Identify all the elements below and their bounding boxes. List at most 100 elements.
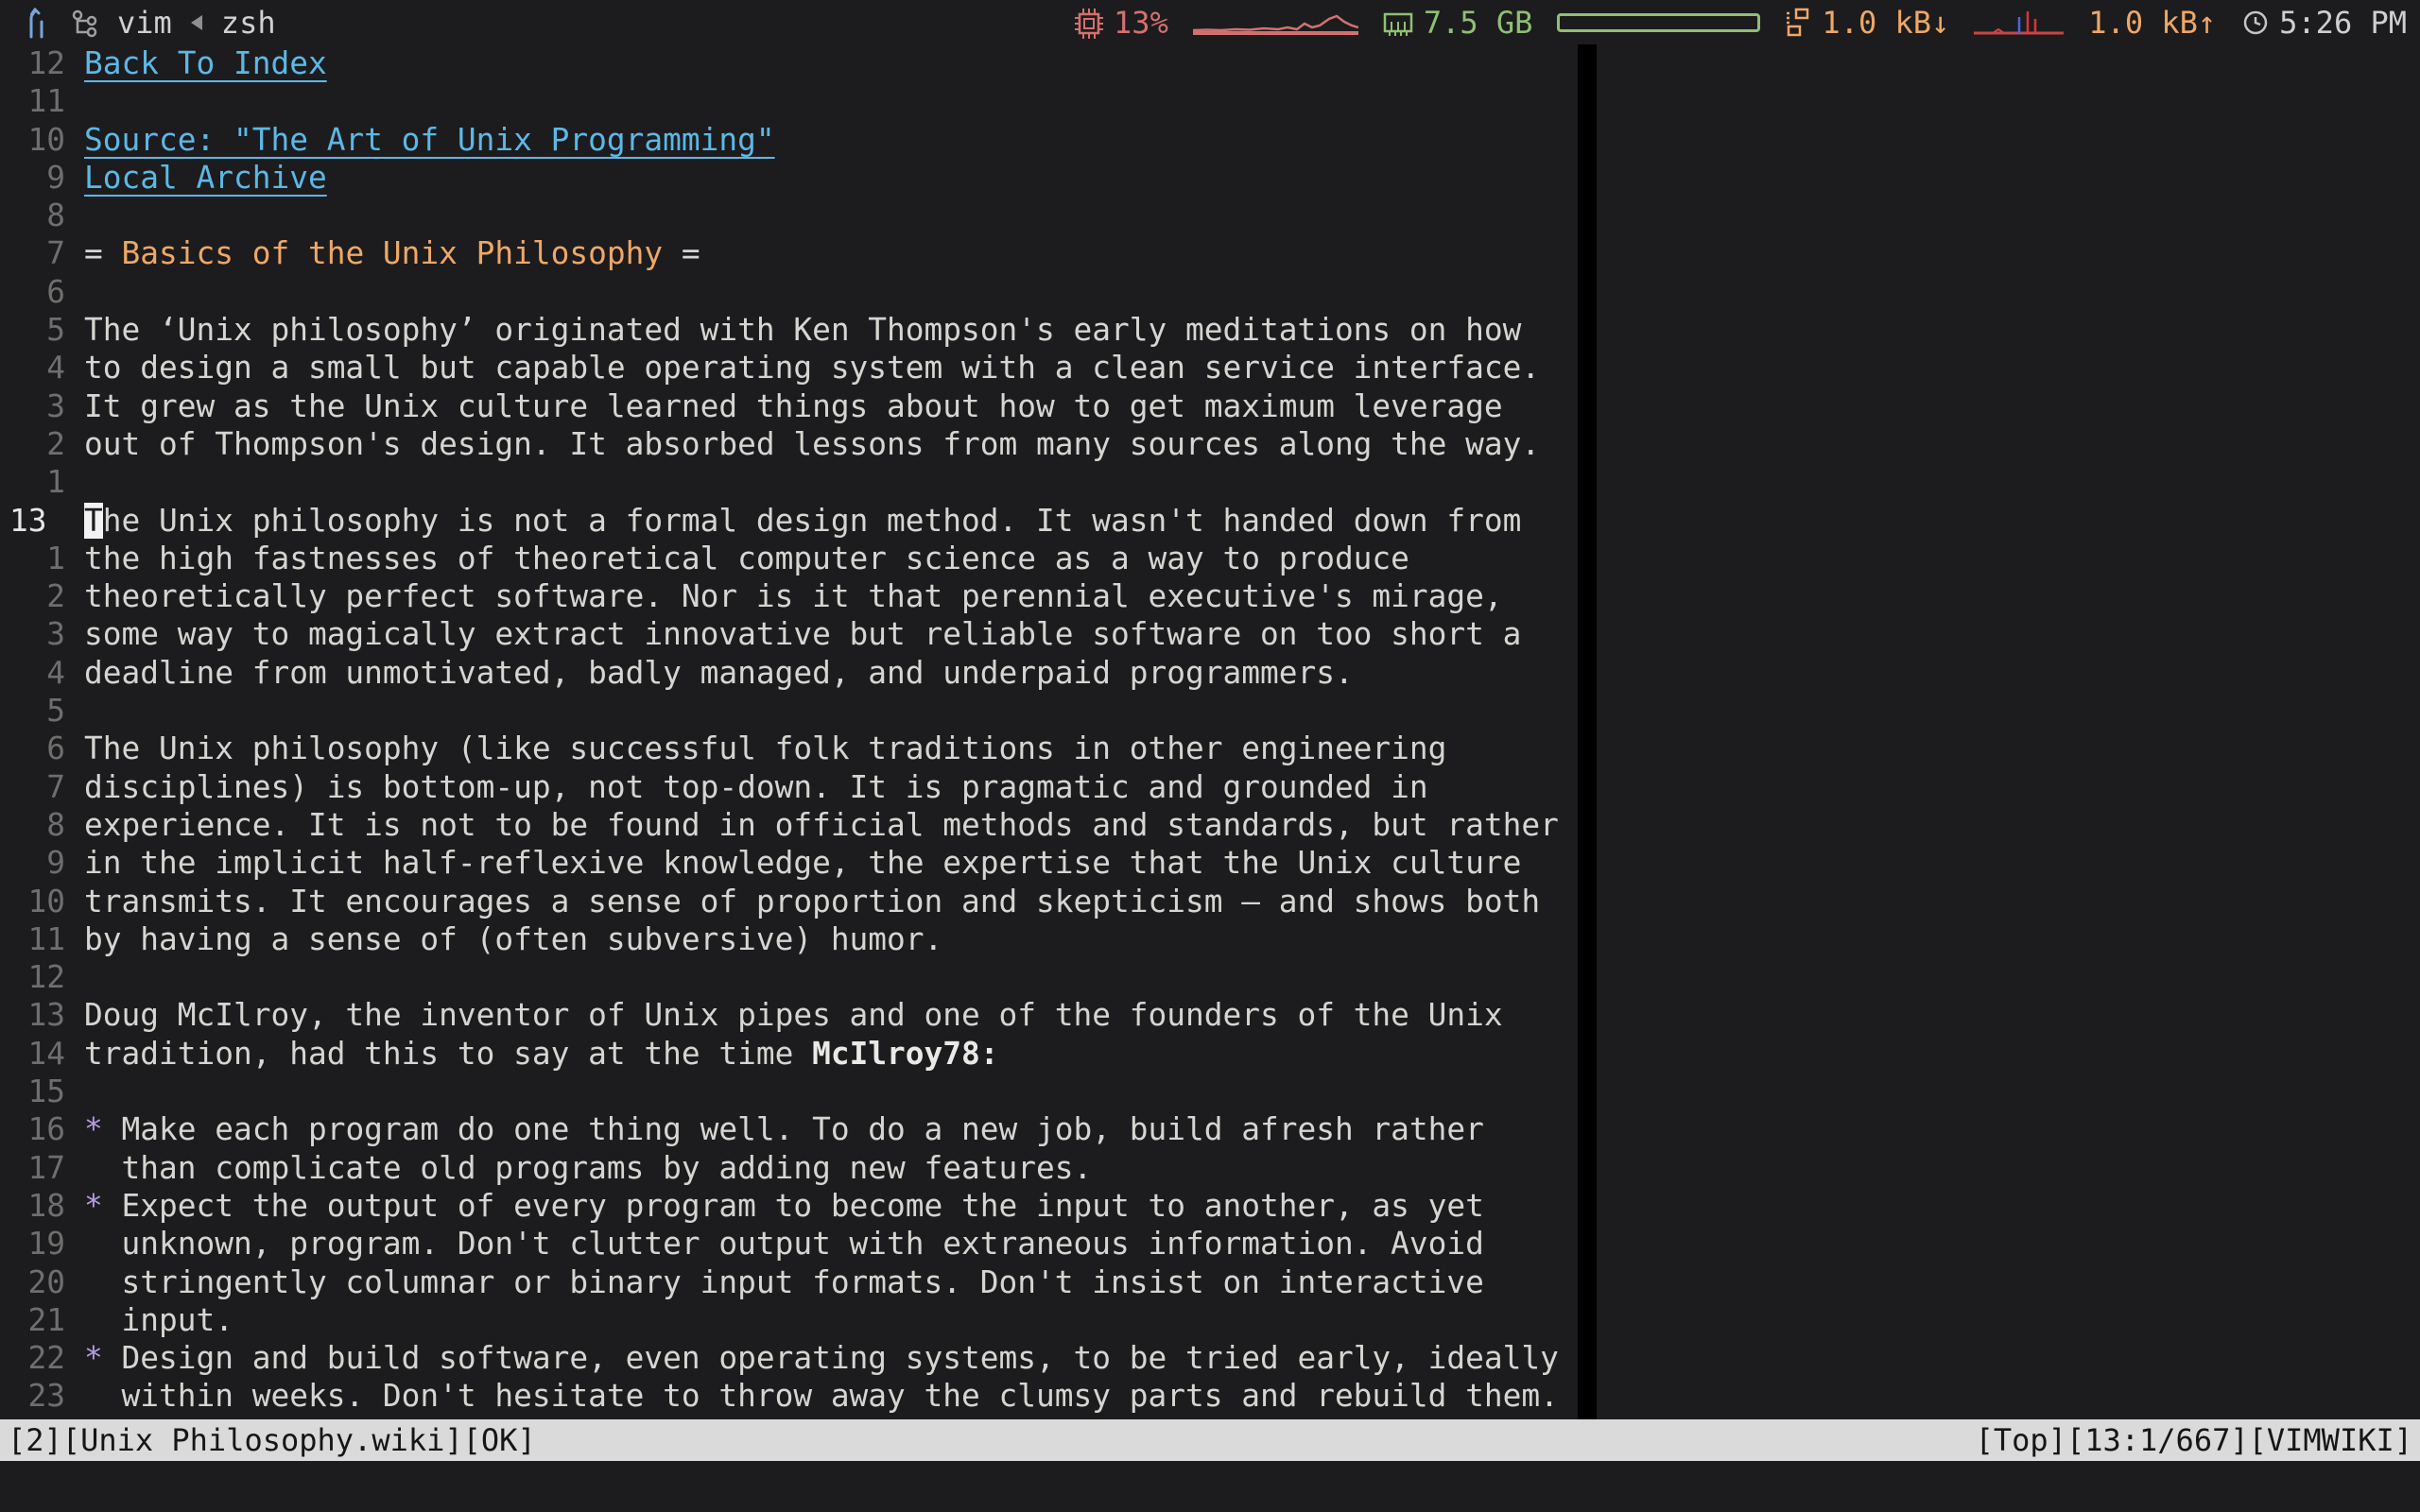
editor-line[interactable]: 1 <box>0 463 2420 501</box>
editor-line[interactable]: 22 * Design and build software, even oper… <box>0 1339 2420 1377</box>
text-span: to design a small but capable operating … <box>84 350 1540 386</box>
wiki-link[interactable]: Local Archive <box>84 160 327 196</box>
editor-line[interactable]: 10transmits. It encourages a sense of pr… <box>0 883 2420 920</box>
network-icon <box>1785 6 1813 40</box>
text-span: in the implicit half-reflexive knowledge… <box>84 845 1521 881</box>
line-text: than complicate old programs by adding n… <box>84 1149 1092 1187</box>
editor-line[interactable]: 3some way to magically extract innovativ… <box>0 615 2420 653</box>
editor-line[interactable]: 8experience. It is not to be found in of… <box>0 806 2420 844</box>
line-text: transmits. It encourages a sense of prop… <box>84 883 1540 920</box>
line-text: out of Thompson's design. It absorbed le… <box>84 425 1540 463</box>
editor-buffer: 12Back To Index1110Source: "The Art of U… <box>0 44 2420 1416</box>
text-span: out of Thompson's design. It absorbed le… <box>84 426 1540 462</box>
line-text: Back To Index <box>84 44 327 82</box>
editor-line[interactable]: 18* Expect the output of every program t… <box>0 1187 2420 1225</box>
vim-statusline: [2][Unix Philosophy.wiki][OK] [Top][13:1… <box>0 1419 2420 1461</box>
editor-line[interactable]: 11by having a sense of (often subversive… <box>0 920 2420 958</box>
cpu-percentage: 13% <box>1114 5 1168 41</box>
editor-line[interactable]: 5 <box>0 692 2420 730</box>
window-title-area: vim zsh <box>23 5 276 41</box>
editor-line[interactable]: 2theoretically perfect software. Nor is … <box>0 577 2420 615</box>
line-number: 5 <box>0 311 65 349</box>
editor-line[interactable]: 23 within weeks. Don't hesitate to throw… <box>0 1377 2420 1415</box>
line-number: 2 <box>0 425 65 463</box>
heading-text: Basics of the Unix Philosophy <box>122 235 664 271</box>
editor-line[interactable]: 4deadline from unmotivated, badly manage… <box>0 654 2420 692</box>
editor-line[interactable]: 13Doug McIlroy, the inventor of Unix pip… <box>0 996 2420 1034</box>
editor-line[interactable]: 12Back To Index <box>0 44 2420 82</box>
editor-line[interactable]: 1 the high fastnesses of theoretical comp… <box>0 540 2420 577</box>
current-line-number: 13 <box>0 502 65 540</box>
system-stats-area: 13% 7.5 GB <box>1073 5 2407 41</box>
editor-line[interactable]: 14tradition, had this to say at the time… <box>0 1035 2420 1073</box>
line-text: some way to magically extract innovative… <box>84 615 1521 653</box>
text-span: disciplines) is bottom-up, not top-down.… <box>84 769 1428 805</box>
memory-value: 7.5 GB <box>1424 5 1533 41</box>
window-title-vim: vim <box>117 5 172 41</box>
line-text: * Design and build software, even operat… <box>84 1339 1559 1377</box>
editor-line[interactable]: 3 It grew as the Unix culture learned thi… <box>0 387 2420 425</box>
line-text: The ‘Unix philosophy’ originated with Ke… <box>84 311 1521 349</box>
editor-line[interactable]: 6The Unix philosophy (like successful fo… <box>0 730 2420 767</box>
cpu-stat: 13% <box>1073 5 1168 41</box>
text-span: the high fastnesses of theoretical compu… <box>84 541 1409 576</box>
line-number: 1 <box>0 463 65 501</box>
wiki-link[interactable]: Source: "The Art of Unix Programming" <box>84 122 775 158</box>
editor-line[interactable]: 16* Make each program do one thing well.… <box>0 1110 2420 1148</box>
line-number: 14 <box>0 1035 65 1073</box>
text-span: Design and build software, even operatin… <box>103 1340 1559 1376</box>
text-span: It grew as the Unix culture learned thin… <box>84 388 1503 424</box>
editor-line[interactable]: 6 <box>0 273 2420 311</box>
wiki-link[interactable]: Back To Index <box>84 45 327 81</box>
line-number: 19 <box>0 1225 65 1263</box>
clock-icon <box>2240 7 2271 39</box>
line-text: the high fastnesses of theoretical compu… <box>84 540 1409 577</box>
text-span: Expect the output of every program to be… <box>103 1188 1484 1224</box>
line-text: within weeks. Don't hesitate to throw aw… <box>84 1377 1559 1415</box>
network-upload: 1.0 kB↑ <box>2088 5 2216 41</box>
bold-text: McIlroy78: <box>812 1036 998 1072</box>
editor-line[interactable]: 8 <box>0 197 2420 234</box>
line-number: 11 <box>0 82 65 120</box>
text-span: by having a sense of (often subversive) … <box>84 921 942 957</box>
editor-line[interactable]: 7= Basics of the Unix Philosophy = <box>0 234 2420 272</box>
line-text: experience. It is not to be found in off… <box>84 806 1559 844</box>
statusline-file-info: [2][Unix Philosophy.wiki][OK] <box>8 1419 536 1461</box>
line-number: 20 <box>0 1263 65 1301</box>
vim-editor[interactable]: 12Back To Index1110Source: "The Art of U… <box>0 44 2420 1419</box>
editor-line[interactable]: 17 than complicate old programs by addin… <box>0 1149 2420 1187</box>
line-number: 22 <box>0 1339 65 1377</box>
editor-line[interactable]: 15 <box>0 1073 2420 1110</box>
editor-line-current[interactable]: 13The Unix philosophy is not a formal de… <box>0 502 2420 540</box>
editor-line[interactable]: 7disciplines) is bottom-up, not top-down… <box>0 768 2420 806</box>
line-number: 3 <box>0 387 65 425</box>
editor-line[interactable]: 2 out of Thompson's design. It absorbed l… <box>0 425 2420 463</box>
text-span: The ‘Unix philosophy’ originated with Ke… <box>84 312 1521 348</box>
bullet-marker: * <box>84 1111 103 1147</box>
editor-line[interactable]: 10Source: "The Art of Unix Programming" <box>0 121 2420 159</box>
text-span: unknown, program. Don't clutter output w… <box>84 1226 1484 1262</box>
editor-line[interactable]: 5 The ‘Unix philosophy’ originated with K… <box>0 311 2420 349</box>
statusline-position-info: [Top][13:1/667][VIMWIKI] <box>1976 1419 2412 1461</box>
editor-line[interactable]: 12 <box>0 958 2420 996</box>
line-number: 8 <box>0 197 65 234</box>
editor-line[interactable]: 9in the implicit half-reflexive knowledg… <box>0 844 2420 882</box>
text-span: Make each program do one thing well. To … <box>103 1111 1484 1147</box>
line-number: 18 <box>0 1187 65 1225</box>
line-number: 1 <box>0 540 65 577</box>
text-span: experience. It is not to be found in off… <box>84 807 1559 843</box>
editor-line[interactable]: 4to design a small but capable operating… <box>0 349 2420 387</box>
line-text: unknown, program. Don't clutter output w… <box>84 1225 1484 1263</box>
editor-line[interactable]: 20 stringently columnar or binary input … <box>0 1263 2420 1301</box>
network-stat: 1.0 kB↓ <box>1785 5 1949 41</box>
line-number: 6 <box>0 273 65 311</box>
line-text: = Basics of the Unix Philosophy = <box>84 234 700 272</box>
editor-line[interactable]: 21 input. <box>0 1301 2420 1339</box>
editor-line[interactable]: 9Local Archive <box>0 159 2420 197</box>
editor-line[interactable]: 19 unknown, program. Don't clutter outpu… <box>0 1225 2420 1263</box>
heading-delimiter: = <box>84 235 122 271</box>
editor-line[interactable]: 11 <box>0 82 2420 120</box>
memory-chip-icon <box>1383 6 1415 40</box>
line-number: 12 <box>0 958 65 996</box>
text-span: deadline from unmotivated, badly managed… <box>84 655 1354 691</box>
